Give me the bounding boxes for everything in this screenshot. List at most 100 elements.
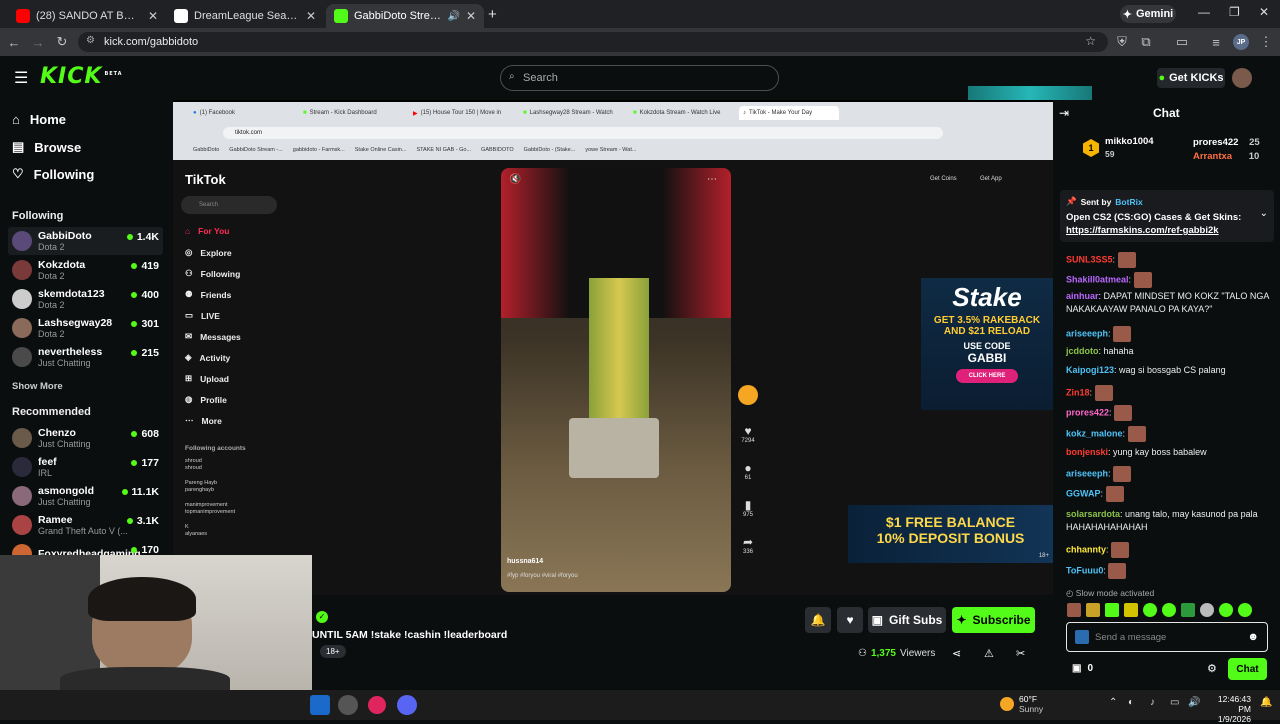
- get-kicks-button[interactable]: ● Get KICKs: [1157, 68, 1225, 88]
- recommended-channel-asmongold[interactable]: asmongold Just Chatting 11.1K: [8, 482, 163, 510]
- recommended-channel-chenzo[interactable]: Chenzo Just Chatting 608: [8, 424, 163, 452]
- extensions-icon[interactable]: ⧉: [1136, 32, 1156, 52]
- chat-message: jcddoto: hahaha: [1066, 345, 1271, 358]
- chat-username[interactable]: GGWAP: [1066, 488, 1101, 498]
- chevron-down-icon[interactable]: ⌄: [1260, 208, 1268, 219]
- emote-icon[interactable]: [1219, 603, 1233, 617]
- recommended-channel-ramee[interactable]: Ramee Grand Theft Auto V (... 3.1K: [8, 511, 163, 539]
- chat-username[interactable]: kokz_malone: [1066, 428, 1123, 438]
- gemini-button[interactable]: ✦ Gemini: [1120, 5, 1176, 23]
- stream-player[interactable]: ● (1) Facebook ■ Stream - Kick Dashboard ▶…: [173, 100, 1053, 595]
- close-tab-icon[interactable]: ✕: [466, 9, 476, 23]
- emote-icon[interactable]: [1238, 603, 1252, 617]
- tab-youtube[interactable]: (28) SANDO AT BOXERS - YouT ✕: [8, 4, 166, 28]
- emote-icon[interactable]: [1124, 603, 1138, 617]
- subscribe-button[interactable]: ✦ Subscribe: [952, 607, 1035, 633]
- pinned-link[interactable]: https://farmskins.com/ref-gabbi2k: [1066, 225, 1219, 236]
- back-icon[interactable]: ←: [4, 32, 24, 52]
- nav-following[interactable]: ♡ Following: [12, 166, 94, 182]
- chat-username[interactable]: ariseeeph: [1066, 468, 1108, 478]
- mic-icon[interactable]: ♪: [1150, 697, 1155, 708]
- channel-points[interactable]: ▣ 0: [1072, 663, 1093, 674]
- following-channel-gabbidoto[interactable]: GabbiDoto Dota 2 1.4K: [8, 227, 163, 255]
- notifications-button[interactable]: 🔔: [805, 607, 831, 633]
- chat-username[interactable]: chhannty: [1066, 544, 1106, 554]
- settings-icon[interactable]: ⚙: [1207, 662, 1217, 675]
- send-chat-button[interactable]: Chat: [1228, 658, 1267, 680]
- site-info-icon[interactable]: ⚙: [86, 35, 95, 46]
- speaker-icon[interactable]: 🔊: [447, 11, 459, 22]
- age-tag[interactable]: 18+: [320, 645, 346, 658]
- chat-username[interactable]: jcddoto: [1066, 346, 1099, 356]
- emote-bar[interactable]: [1067, 603, 1267, 617]
- user-avatar[interactable]: [1232, 68, 1252, 88]
- steam-icon[interactable]: [310, 695, 330, 715]
- close-tab-icon[interactable]: ✕: [306, 9, 316, 23]
- chat-username[interactable]: Shakill0atmeal: [1066, 274, 1129, 284]
- close-tab-icon[interactable]: ✕: [148, 9, 158, 23]
- volume-icon[interactable]: 🔊: [1188, 697, 1200, 708]
- chat-input[interactable]: Send a message ☻: [1066, 622, 1268, 652]
- follow-button[interactable]: ♥: [837, 607, 863, 633]
- hamburger-menu-icon[interactable]: ☰: [14, 68, 28, 88]
- emoji-icon[interactable]: ☻: [1247, 631, 1259, 643]
- shield-icon[interactable]: ⛨: [1112, 32, 1132, 52]
- app-icon[interactable]: [338, 695, 358, 715]
- search-input[interactable]: ⌕ Search: [500, 65, 779, 91]
- get-app-link: Get App: [980, 176, 1002, 182]
- forward-icon[interactable]: →: [28, 32, 48, 52]
- share-icon[interactable]: ⋖: [952, 647, 961, 660]
- chat-username[interactable]: ToFuuu0: [1066, 565, 1103, 575]
- chat-message: Kaipogi123: wag si bossgab CS palang: [1066, 364, 1271, 377]
- media-icon[interactable]: [368, 696, 386, 714]
- report-icon[interactable]: ⚠: [984, 647, 994, 660]
- chat-username[interactable]: solarsardota: [1066, 509, 1120, 519]
- following-channel-nevertheless[interactable]: nevertheless Just Chatting 215: [8, 343, 163, 371]
- tray-icon[interactable]: ◐: [1128, 697, 1134, 708]
- pinned-message[interactable]: 📌 Sent by BotRix Open CS2 (CS:GO) Cases &…: [1060, 190, 1274, 242]
- tab-dreamleague[interactable]: DreamLeague Season 28: South ✕: [166, 4, 324, 28]
- chat-username[interactable]: Zin18: [1066, 387, 1090, 397]
- address-bar[interactable]: ⚙ kick.com/gabbidoto ☆: [78, 32, 1108, 52]
- close-window-button[interactable]: ✕: [1259, 5, 1269, 19]
- chat-username[interactable]: ainhuar: [1066, 291, 1099, 301]
- recommended-channel-feef[interactable]: feef IRL 177: [8, 453, 163, 481]
- nav-home[interactable]: ⌂ Home: [12, 112, 66, 127]
- emote-icon[interactable]: [1067, 603, 1081, 617]
- profile-avatar[interactable]: JP: [1233, 34, 1249, 50]
- following-channel-kokzdota[interactable]: Kokzdota Dota 2 419: [8, 256, 163, 284]
- notification-bell-icon[interactable]: 🔔: [1260, 697, 1272, 708]
- emote-icon[interactable]: [1143, 603, 1157, 617]
- chat-username[interactable]: prores422: [1066, 407, 1109, 417]
- show-more-link[interactable]: Show More: [12, 381, 63, 392]
- chat-username[interactable]: bonjenski: [1066, 447, 1108, 457]
- emote-icon[interactable]: [1105, 603, 1119, 617]
- nav-browse[interactable]: ▤ Browse: [12, 139, 81, 155]
- network-icon[interactable]: ▭: [1170, 697, 1179, 708]
- chat-username[interactable]: SUNL3SS5: [1066, 254, 1113, 264]
- cast-icon[interactable]: ▭: [1172, 32, 1192, 52]
- gift-subs-button[interactable]: ▣ Gift Subs: [868, 607, 946, 633]
- emote-icon[interactable]: [1200, 603, 1214, 617]
- media-controls-icon[interactable]: ≡: [1206, 32, 1226, 52]
- tab-gabbidoto[interactable]: GabbiDoto Stream - Watch 🔊 ✕: [326, 4, 484, 28]
- clip-icon[interactable]: ✂: [1016, 647, 1025, 660]
- bookmark-star-icon[interactable]: ☆: [1085, 34, 1096, 48]
- chat-username[interactable]: ariseeeph: [1066, 328, 1108, 338]
- chat-username[interactable]: Kaipogi123: [1066, 365, 1114, 375]
- following-channel-lashsegway28[interactable]: Lashsegway28 Dota 2 301: [8, 314, 163, 342]
- discord-icon[interactable]: [397, 695, 417, 715]
- reload-icon[interactable]: ↻: [52, 32, 72, 52]
- emote-icon[interactable]: [1162, 603, 1176, 617]
- collapse-chat-icon[interactable]: ⇥: [1059, 106, 1069, 120]
- emote-icon[interactable]: [1086, 603, 1100, 617]
- kick-logo[interactable]: KICK BETA: [40, 64, 123, 89]
- minimize-button[interactable]: —: [1198, 5, 1210, 19]
- restore-button[interactable]: ❐: [1229, 5, 1240, 19]
- following-channel-skemdota123[interactable]: skemdota123 Dota 2 400: [8, 285, 163, 313]
- menu-kebab-icon[interactable]: ⋮: [1256, 32, 1276, 52]
- new-tab-button[interactable]: +: [488, 6, 497, 23]
- emote-icon[interactable]: [1181, 603, 1195, 617]
- chevron-up-icon[interactable]: ⌃: [1109, 697, 1117, 708]
- weather-widget[interactable]: 60°F Sunny: [1019, 694, 1043, 714]
